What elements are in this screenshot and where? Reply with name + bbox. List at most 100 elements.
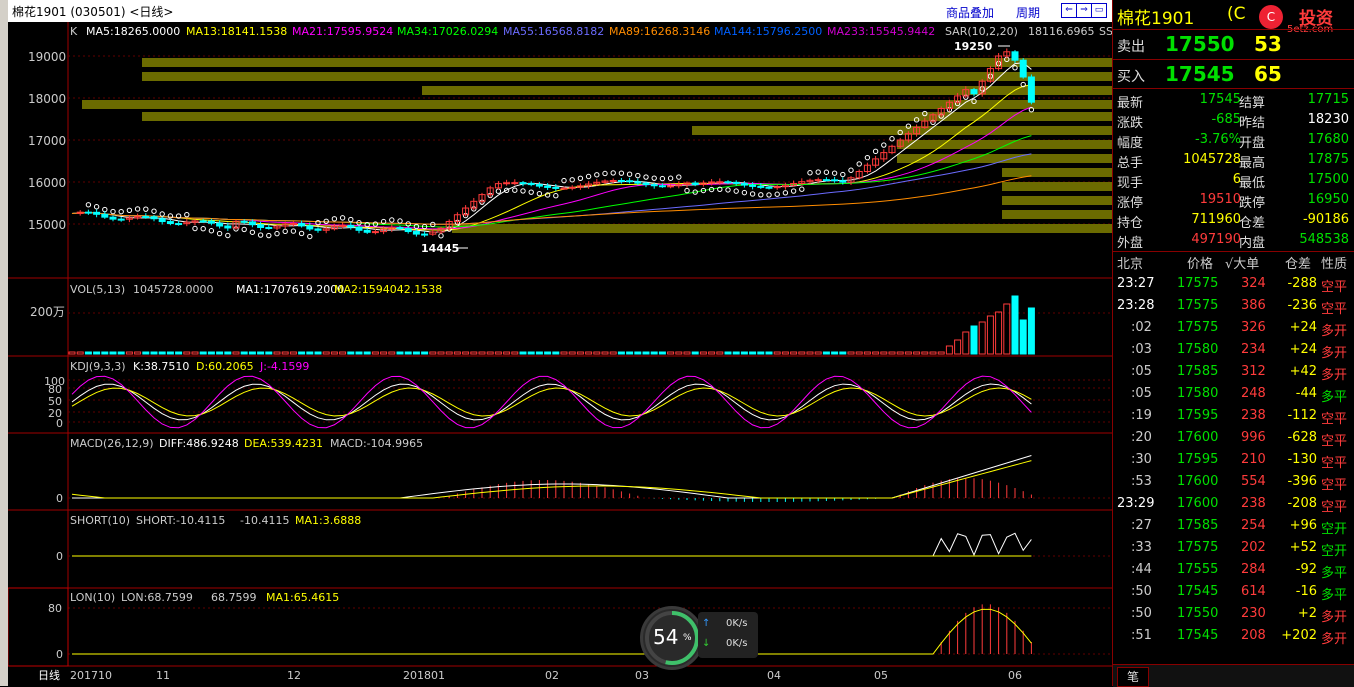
volume-bar <box>691 351 699 355</box>
x-axis-03: 03 <box>635 669 649 682</box>
stat-value: -90186 <box>1302 212 1349 227</box>
candle-body <box>150 216 158 220</box>
window-icon[interactable]: ▭ <box>1091 3 1107 18</box>
tick-row[interactable]: :03 17580 234 +24 多开 <box>1117 340 1353 362</box>
sar-dot <box>840 171 846 178</box>
tick-time: :30 <box>1131 452 1152 467</box>
tick-time: :53 <box>1131 474 1152 489</box>
overlay-commodity-link[interactable]: 商品叠加 <box>946 4 994 21</box>
sar-dot <box>602 170 608 177</box>
tick-row[interactable]: :33 17575 202 +52 空开 <box>1117 538 1353 560</box>
sar-dot <box>298 230 305 237</box>
candle-body <box>650 184 658 187</box>
x-axis-02: 02 <box>545 669 559 682</box>
volume-bar <box>503 351 511 355</box>
tick-volume: 234 <box>1241 342 1266 357</box>
tick-row[interactable]: :20 17600 996 -628 空平 <box>1117 428 1353 450</box>
sar-dot <box>684 187 690 194</box>
volume-bar <box>634 351 642 355</box>
stat-value: -685 <box>1211 112 1241 127</box>
volume-bar <box>478 351 486 355</box>
tick-row[interactable]: :50 17550 230 +2 多开 <box>1117 604 1353 626</box>
volume-bar <box>486 351 494 355</box>
candle-body <box>421 233 429 236</box>
sar-dot <box>553 193 559 199</box>
quote-stat-row: 外盘 497190 内盘 548538 <box>1117 232 1353 252</box>
volume-bar <box>593 351 601 355</box>
volume-bar <box>453 351 461 355</box>
tick-row[interactable]: 23:29 17600 238 -208 空平 <box>1117 494 1353 516</box>
ma21-label: MA21:17595.9524 <box>292 25 393 38</box>
volume-bar <box>470 351 478 355</box>
kline-chart-svg[interactable]: K MA5:18265.0000 MA13:18141.1538 MA21:17… <box>8 22 1112 686</box>
x-axis-period[interactable]: 日线 <box>38 668 60 682</box>
x-axis-201801: 201801 <box>403 669 445 682</box>
volume-profile-bar <box>897 140 1112 149</box>
sar-dot <box>241 226 247 233</box>
lon-ma1: MA1:65.4615 <box>266 591 339 604</box>
tick-row[interactable]: 23:28 17575 386 -236 空平 <box>1117 296 1353 318</box>
tick-nature: 多平 <box>1321 566 1348 581</box>
tick-oi-change: -44 <box>1295 386 1317 401</box>
tick-nature: 空平 <box>1321 302 1348 317</box>
tick-time: :05 <box>1131 364 1152 379</box>
tab-tick[interactable]: 笔 <box>1117 667 1149 687</box>
tick-volume: 326 <box>1241 320 1266 335</box>
sar-dot <box>249 229 256 235</box>
next-icon[interactable]: ⇒ <box>1076 3 1092 18</box>
kdj-j: J:-4.1599 <box>259 360 309 373</box>
tick-row[interactable]: :53 17600 554 -396 空平 <box>1117 472 1353 494</box>
sar-dot <box>569 177 575 183</box>
sar-dot <box>626 171 633 177</box>
vol-axis-label: 200万 <box>30 305 65 319</box>
loading-percent-unit: % <box>683 633 692 643</box>
prev-icon[interactable]: ⇐ <box>1061 3 1077 18</box>
tick-row[interactable]: :50 17545 614 -16 多平 <box>1117 582 1353 604</box>
candle-body <box>289 223 297 226</box>
tick-time: :27 <box>1131 518 1152 533</box>
volume-bar <box>429 351 437 355</box>
quote-stat-row: 幅度 -3.76% 开盘 17680 <box>1117 132 1353 152</box>
volume-bar <box>224 351 232 355</box>
period-link[interactable]: 周期 <box>1016 4 1040 21</box>
candle-body <box>503 182 511 185</box>
divider <box>1113 29 1354 30</box>
k-label: K <box>70 25 78 38</box>
volume-bar <box>904 351 912 355</box>
sar-dot <box>348 216 354 223</box>
volume-bar <box>257 351 265 355</box>
volume-bar <box>404 351 412 355</box>
sar-dot <box>733 188 739 194</box>
lon-axis-80: 80 <box>48 602 62 615</box>
tick-row[interactable]: :19 17595 238 -112 空平 <box>1117 406 1353 428</box>
tick-row[interactable]: 23:27 17575 324 -288 空平 <box>1117 274 1353 296</box>
stat-label: 开盘 <box>1239 136 1266 151</box>
tick-row[interactable]: :51 17545 208 +202 多开 <box>1117 626 1353 648</box>
vol-ma2: MA2:1594042.1538 <box>334 283 442 296</box>
ma5-label: MA5:18265.0000 <box>86 25 180 38</box>
candle-body <box>248 221 256 226</box>
volume-bar <box>191 351 199 355</box>
tick-volume: 614 <box>1241 584 1266 599</box>
volume-bar <box>248 351 256 355</box>
tick-row[interactable]: :05 17585 312 +42 多开 <box>1117 362 1353 384</box>
tick-nature: 空平 <box>1321 412 1348 427</box>
tick-nature: 多开 <box>1321 346 1348 361</box>
sar-dot <box>225 232 231 239</box>
tick-row[interactable]: :27 17585 254 +96 空开 <box>1117 516 1353 538</box>
tick-row[interactable]: :30 17595 210 -130 空平 <box>1117 450 1353 472</box>
tick-price: 17575 <box>1177 320 1219 335</box>
volume-bar <box>1003 303 1011 355</box>
sar-dot <box>782 190 789 196</box>
volume-bar <box>560 351 568 355</box>
tick-row[interactable]: :05 17580 248 -44 多平 <box>1117 384 1353 406</box>
sar-dot <box>184 211 190 218</box>
tick-row[interactable]: :44 17555 284 -92 多平 <box>1117 560 1353 582</box>
candle-body <box>363 229 371 233</box>
macd-axis-0: 0 <box>56 492 63 505</box>
sar-dot <box>151 208 157 214</box>
tick-row[interactable]: :02 17575 326 +24 多开 <box>1117 318 1353 340</box>
volume-bar <box>240 351 248 355</box>
volume-profile-bar <box>1002 168 1112 177</box>
candle-body <box>658 185 666 188</box>
